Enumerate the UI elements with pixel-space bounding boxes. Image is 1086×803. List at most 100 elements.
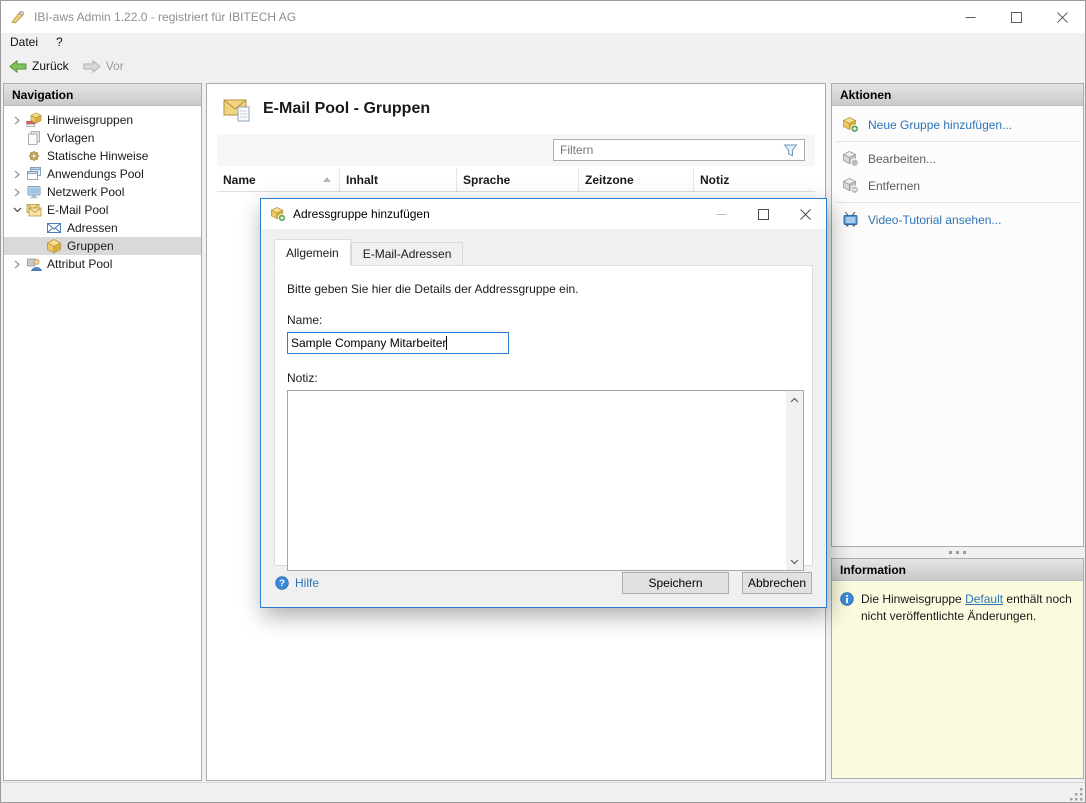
column-label: Sprache	[463, 172, 511, 187]
sidebar-item-label: E-Mail Pool	[47, 203, 109, 217]
attribute-pool-icon	[26, 256, 42, 272]
dialog-close-button[interactable]	[784, 199, 826, 229]
groups-icon	[46, 238, 62, 254]
sidebar-item-label: Hinweisgruppen	[47, 113, 134, 127]
action-label: Neue Gruppe hinzufügen...	[868, 117, 1013, 132]
notiz-field	[287, 390, 804, 571]
notiz-textarea[interactable]	[288, 391, 786, 570]
chevron-right-icon[interactable]	[10, 116, 24, 125]
dialog-tab-page: Bitte geben Sie hier die Details der Add…	[274, 265, 813, 571]
panel-splitter[interactable]	[831, 547, 1084, 558]
network-pool-icon	[26, 184, 42, 200]
chevron-right-icon[interactable]	[10, 260, 24, 269]
name-input[interactable]	[287, 332, 509, 354]
dialog-add-group-icon	[270, 206, 286, 222]
information-panel: Information Die Hinweisgruppe Default en…	[831, 558, 1084, 779]
column-header-notiz[interactable]: Notiz	[694, 168, 815, 191]
save-button[interactable]: Speichern	[622, 572, 729, 594]
information-text: Die Hinweisgruppe Default enthält noch n…	[861, 591, 1075, 625]
help-icon: ?	[275, 576, 289, 590]
column-label: Inhalt	[346, 172, 378, 187]
sidebar-item-hinweisgruppen[interactable]: Hinweisgruppen	[4, 111, 201, 129]
main-header: E-Mail Pool - Gruppen	[207, 84, 825, 132]
column-header-inhalt[interactable]: Inhalt	[340, 168, 457, 191]
sidebar-item-netzwerk-pool[interactable]: Netzwerk Pool	[4, 183, 201, 201]
column-header-sprache[interactable]: Sprache	[457, 168, 579, 191]
actions-panel: Aktionen Neue Gruppe hinzufügen... Bearb…	[831, 83, 1084, 547]
app-window: IBI-aws Admin 1.22.0 - registriert für I…	[0, 0, 1086, 803]
addresses-icon	[46, 220, 62, 236]
action-video-tutorial[interactable]: Video-Tutorial ansehen...	[832, 206, 1083, 233]
sort-asc-icon	[323, 177, 331, 182]
page-title: E-Mail Pool - Gruppen	[263, 100, 431, 117]
email-pool-page-icon	[223, 95, 251, 123]
sidebar-item-statische-hinweise[interactable]: Statische Hinweise	[4, 147, 201, 165]
add-group-icon	[842, 116, 859, 133]
templates-icon	[26, 130, 42, 146]
navigation-header: Navigation	[4, 84, 201, 106]
chevron-down-icon[interactable]	[10, 206, 24, 214]
scroll-up-icon[interactable]	[786, 391, 803, 408]
dialog-intro-text: Bitte geben Sie hier die Details der Add…	[287, 282, 579, 296]
sidebar-item-label: Statische Hinweise	[47, 149, 149, 163]
dialog-titlebar: Adressgruppe hinzufügen	[261, 199, 826, 229]
forward-arrow-icon	[83, 59, 101, 73]
sidebar-item-label: Netzwerk Pool	[47, 185, 125, 199]
sidebar-item-label: Gruppen	[67, 239, 114, 253]
action-add-group[interactable]: Neue Gruppe hinzufügen...	[832, 111, 1083, 138]
column-label: Zeitzone	[585, 172, 634, 187]
chevron-right-icon[interactable]	[10, 170, 24, 179]
maximize-button[interactable]	[993, 1, 1039, 33]
sidebar-item-anwendungs-pool[interactable]: Anwendungs Pool	[4, 165, 201, 183]
tab-email-adressen[interactable]: E-Mail-Adressen	[350, 242, 464, 265]
resize-grip-icon[interactable]	[1070, 788, 1083, 801]
back-button[interactable]: Zurück	[9, 59, 69, 73]
notiz-label: Notiz:	[287, 371, 318, 385]
sidebar-item-attribut-pool[interactable]: Attribut Pool	[4, 255, 201, 273]
sidebar-item-label: Adressen	[67, 221, 118, 235]
sidebar-item-vorlagen[interactable]: Vorlagen	[4, 129, 201, 147]
dialog-footer: ? Hilfe Speichern Abbrechen	[261, 559, 826, 607]
sidebar-item-label: Vorlagen	[47, 131, 95, 145]
column-header-zeitzone[interactable]: Zeitzone	[579, 168, 694, 191]
filter-band	[217, 134, 815, 166]
information-text-before: Die Hinweisgruppe	[861, 592, 966, 606]
close-button[interactable]	[1039, 1, 1085, 33]
column-header-name[interactable]: Name	[217, 168, 340, 191]
navigation-panel: Navigation Hinweisgruppen Vorlagen Stati…	[3, 83, 202, 781]
information-header: Information	[832, 559, 1083, 581]
notiz-scrollbar[interactable]	[786, 391, 803, 570]
filter-box	[553, 139, 805, 161]
minimize-button[interactable]	[947, 1, 993, 33]
toolbar: Zurück Vor	[1, 51, 1085, 81]
sidebar-item-gruppen[interactable]: Gruppen	[4, 237, 201, 255]
dialog-maximize-button[interactable]	[742, 199, 784, 229]
cancel-button[interactable]: Abbrechen	[742, 572, 812, 594]
separator	[836, 141, 1079, 142]
table-header: Name Inhalt Sprache Zeitzone Notiz	[217, 168, 815, 192]
text-caret	[446, 336, 447, 350]
filter-input[interactable]	[560, 143, 777, 157]
menu-help[interactable]: ?	[47, 35, 72, 49]
titlebar: IBI-aws Admin 1.22.0 - registriert für I…	[1, 1, 1085, 33]
default-group-link[interactable]: Default	[965, 592, 1003, 606]
tab-allgemein[interactable]: Allgemein	[274, 239, 351, 266]
back-arrow-icon	[9, 59, 27, 73]
column-label: Name	[223, 172, 256, 187]
dialog-tabs: Allgemein E-Mail-Adressen	[274, 239, 826, 266]
column-label: Notiz	[700, 172, 730, 187]
action-remove: Entfernen	[832, 172, 1083, 199]
app-icon	[10, 9, 26, 25]
menubar: Datei ?	[1, 33, 1085, 51]
chevron-right-icon[interactable]	[10, 188, 24, 197]
navigation-tree: Hinweisgruppen Vorlagen Statische Hinwei…	[4, 106, 201, 273]
filter-funnel-icon[interactable]	[783, 144, 798, 157]
sidebar-item-adressen[interactable]: Adressen	[4, 219, 201, 237]
sidebar-item-label: Attribut Pool	[47, 257, 113, 271]
action-label: Bearbeiten...	[868, 151, 937, 166]
sidebar-item-email-pool[interactable]: E-Mail Pool	[4, 201, 201, 219]
help-link[interactable]: ? Hilfe	[275, 576, 319, 590]
static-notices-gear-icon	[26, 148, 42, 164]
statusbar	[1, 782, 1085, 802]
menu-datei[interactable]: Datei	[1, 35, 47, 49]
